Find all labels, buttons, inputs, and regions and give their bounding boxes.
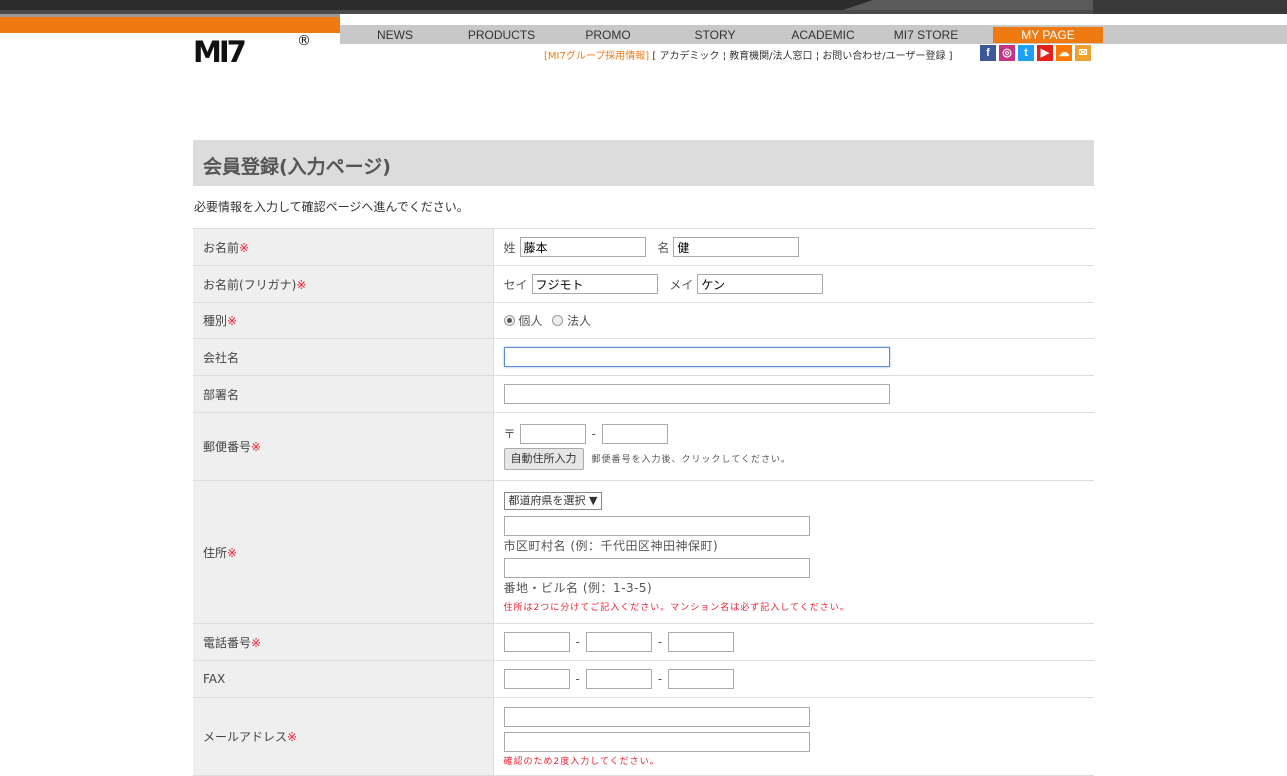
mail-icon[interactable]: ✉ xyxy=(1075,45,1091,61)
soundcloud-icon[interactable]: ☁ xyxy=(1056,45,1072,61)
street-input[interactable] xyxy=(503,557,810,578)
row-fax: FAX -- xyxy=(193,660,1094,698)
tel-input-3[interactable] xyxy=(668,632,735,652)
twitter-icon[interactable]: t xyxy=(1018,45,1034,61)
last-name-input[interactable] xyxy=(519,237,646,257)
city-hint: 市区町村名 (例：千代田区神田神保町) xyxy=(503,538,719,553)
email-note: 確認のため2度入力してください。 xyxy=(503,756,660,767)
tel-input-1[interactable] xyxy=(503,632,570,652)
company-input[interactable] xyxy=(503,347,890,367)
sub-nav: [MI7グループ採用情報] [ アカデミック ¦ 教育機関/法人窓口 ¦ お問い… xyxy=(544,51,953,62)
row-dept: 部署名 xyxy=(193,375,1094,413)
email-input[interactable] xyxy=(503,706,810,727)
social-links: f ◎ t ▶ ☁ ✉ xyxy=(980,45,1091,61)
fax-label: FAX xyxy=(203,672,226,686)
main-nav: NEWS PRODUCTS PROMO STORY ACADEMIC MI7 S… xyxy=(360,27,1103,43)
fax-input-3[interactable] xyxy=(668,669,735,689)
youtube-icon[interactable]: ▶ xyxy=(1037,45,1053,61)
address-note: 住所は2つに分けてご記入ください。マンション名は必ず記入してください。 xyxy=(503,602,850,613)
name-label: お名前 xyxy=(203,240,240,255)
required-mark: ※ xyxy=(251,635,262,650)
row-company: 会社名 xyxy=(193,338,1094,376)
row-email: メールアドレス※ 確認のため2度入力してください。 xyxy=(193,697,1094,776)
page-title: 会員登録(入力ページ) xyxy=(203,156,391,178)
nav-news[interactable]: NEWS xyxy=(360,27,430,43)
address-label: 住所 xyxy=(203,545,228,560)
individual-label: 個人 xyxy=(518,314,543,328)
instagram-icon[interactable]: ◎ xyxy=(999,45,1015,61)
registration-form: お名前※ 姓 名 お名前(フリガナ)※ セイ メイ 種別※ 個人 法人 会社名 … xyxy=(193,228,1094,776)
zip-input-2[interactable] xyxy=(601,423,668,444)
contact-link[interactable]: お問い合わせ/ユーザー登録 xyxy=(822,51,945,62)
type-label: 種別 xyxy=(203,314,228,328)
required-mark: ※ xyxy=(239,240,250,255)
radio-corporate[interactable] xyxy=(552,315,564,326)
logo-text: MI7 xyxy=(193,35,247,69)
prefecture-select[interactable]: 都道府県を選択 ▼ xyxy=(503,491,603,510)
edu-link[interactable]: 教育機関/法人窓口 xyxy=(729,51,812,62)
nav-story[interactable]: STORY xyxy=(643,27,787,43)
nav-mi7-store[interactable]: MI7 STORE xyxy=(859,27,993,43)
tel-label: 電話番号 xyxy=(203,635,252,650)
fax-input-2[interactable] xyxy=(585,669,652,689)
required-mark: ※ xyxy=(227,545,238,560)
mei-label: 名 xyxy=(657,240,670,255)
fax-input-1[interactable] xyxy=(503,669,570,689)
last-name-kana-input[interactable] xyxy=(531,274,658,294)
lead-text: 必要情報を入力して確認ページへ進んでください。 xyxy=(194,200,469,214)
registered-mark: ® xyxy=(297,33,311,49)
dept-input[interactable] xyxy=(503,384,890,404)
required-mark: ※ xyxy=(227,314,238,328)
page-title-bar: 会員登録(入力ページ) xyxy=(193,140,1094,186)
tel-input-2[interactable] xyxy=(585,632,652,652)
street-hint: 番地・ビル名 (例：1-3-5) xyxy=(503,580,653,595)
row-type: 種別※ 個人 法人 xyxy=(193,302,1094,339)
sei-kana-label: セイ xyxy=(503,277,528,292)
first-name-input[interactable] xyxy=(673,237,800,257)
row-zip: 郵便番号※ 〒 - 自動住所入力 郵便番号を入力後、クリックしてください。 xyxy=(193,412,1094,481)
city-input[interactable] xyxy=(503,515,810,536)
zip-input-1[interactable] xyxy=(519,423,586,444)
required-mark: ※ xyxy=(287,730,298,744)
required-mark: ※ xyxy=(296,277,307,292)
dept-label: 部署名 xyxy=(203,387,240,402)
auto-address-button[interactable]: 自動住所入力 xyxy=(503,447,584,470)
recruit-link[interactable]: [MI7グループ採用情報] xyxy=(544,51,649,62)
mei-kana-label: メイ xyxy=(669,277,694,292)
kana-label: お名前(フリガナ) xyxy=(203,277,297,292)
row-kana: お名前(フリガナ)※ セイ メイ xyxy=(193,265,1094,303)
zip-mark: 〒 xyxy=(503,427,516,441)
first-name-kana-input[interactable] xyxy=(697,274,824,294)
zip-label: 郵便番号 xyxy=(203,440,252,454)
facebook-icon[interactable]: f xyxy=(980,45,996,61)
nav-promo[interactable]: PROMO xyxy=(573,27,643,43)
company-label: 会社名 xyxy=(203,350,240,365)
email-confirm-input[interactable] xyxy=(503,731,810,752)
sei-label: 姓 xyxy=(503,240,516,255)
academic-link[interactable]: アカデミック xyxy=(659,51,719,62)
row-name: お名前※ 姓 名 xyxy=(193,228,1094,266)
email-label: メールアドレス xyxy=(203,730,288,744)
nav-products[interactable]: PRODUCTS xyxy=(430,27,573,43)
zip-hint: 郵便番号を入力後、クリックしてください。 xyxy=(591,455,791,465)
nav-academic[interactable]: ACADEMIC xyxy=(787,27,859,43)
row-address: 住所※ 都道府県を選択 ▼ 市区町村名 (例：千代田区神田神保町) 番地・ビル名… xyxy=(193,480,1094,624)
nav-my-page[interactable]: MY PAGE xyxy=(993,27,1103,43)
radio-individual[interactable] xyxy=(503,315,515,326)
corporate-label: 法人 xyxy=(567,314,592,328)
required-mark: ※ xyxy=(251,440,262,454)
mi7-logo[interactable]: MI7 ® xyxy=(193,33,313,69)
row-tel: 電話番号※ -- xyxy=(193,623,1094,661)
